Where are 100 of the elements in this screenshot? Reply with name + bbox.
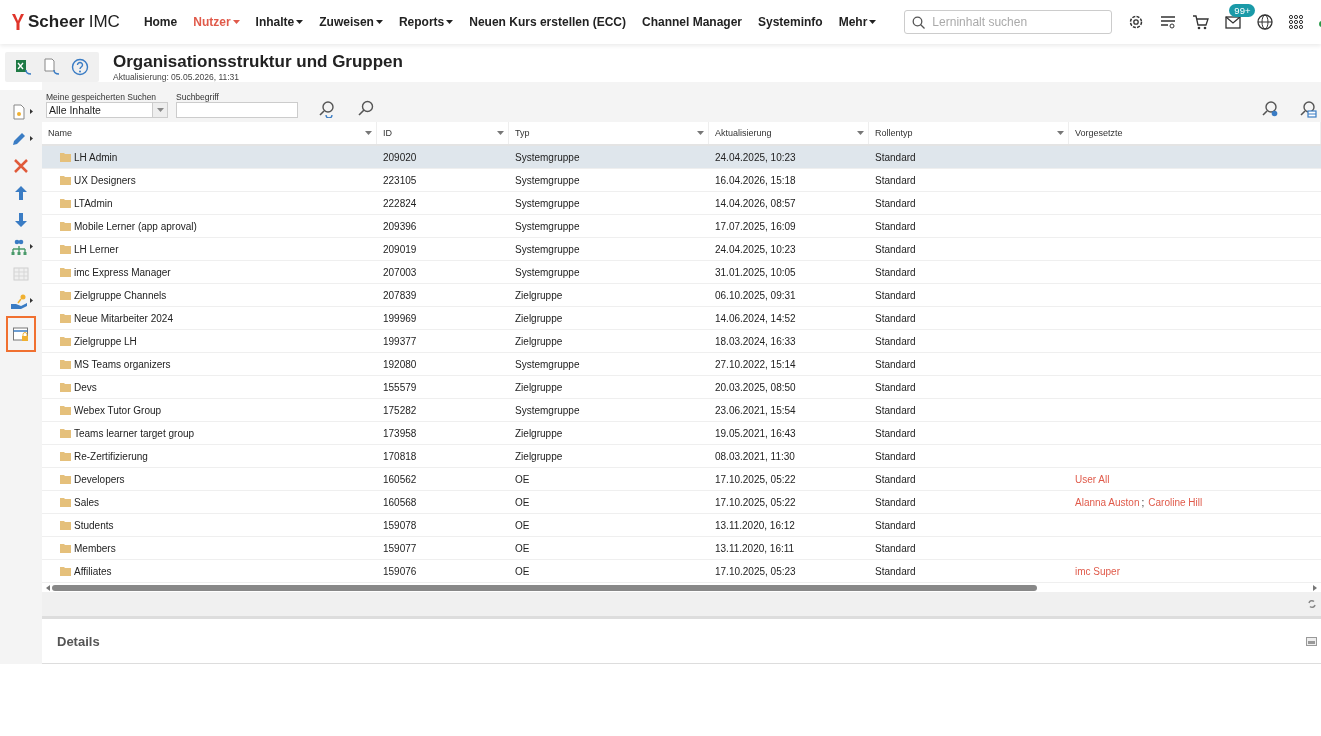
scroll-right-icon[interactable] (1313, 584, 1317, 591)
table-cell-text: 175282 (382, 404, 418, 416)
table-cell-text: Standard (874, 565, 917, 577)
caret-icon[interactable] (29, 298, 33, 303)
table-row[interactable]: Sales 160568 OE 17.10.2025, 05:22 Standard Alanna Auston ; Caroline Hill (42, 491, 1321, 514)
supervisor-link[interactable]: User All (1075, 473, 1110, 485)
caret-icon[interactable] (29, 109, 33, 114)
delete-icon[interactable] (12, 156, 30, 175)
table-cell-text: 209019 (382, 243, 418, 255)
table-cell-text: Standard (874, 381, 917, 393)
search-settings-icon[interactable] (1261, 100, 1279, 118)
window-lock-icon[interactable] (12, 325, 30, 343)
column-header[interactable]: ID (377, 122, 509, 144)
saved-search-dropdown[interactable]: Alle Inhalte (46, 102, 168, 118)
table-row[interactable]: Mobile Lerner (app aproval) 209396 Systemgruppe 17.07.2025, 16:09 Standard (42, 215, 1321, 238)
table-row[interactable]: Members 159077 OE 13.11.2020, 16:11 Standard (42, 537, 1321, 560)
table-row[interactable]: Neue Mitarbeiter 2024 199969 Zielgruppe 14.06.2024, 14:52 Standard (42, 307, 1321, 330)
table-row[interactable]: MS Teams organizers 192080 Systemgruppe 27.10.2022, 15:14 Standard (42, 353, 1321, 376)
table-row[interactable]: LH Lerner 209019 Systemgruppe 24.04.2025, 10:23 Standard (42, 238, 1321, 261)
table-row[interactable]: imc Express Manager 207003 Systemgruppe 31.01.2025, 10:05 Standard (42, 261, 1321, 284)
supervisor-link[interactable]: Caroline Hill (1148, 496, 1203, 508)
nav-item[interactable]: Channel Manager (633, 15, 750, 29)
table-row[interactable]: Zielgruppe LH 199377 Zielgruppe 18.03.2024, 16:33 Standard (42, 330, 1321, 353)
nav-item[interactable]: Home (135, 15, 186, 29)
table-cell: Developers (74, 473, 125, 485)
scroll-left-icon[interactable] (46, 584, 50, 591)
table-cell-text: Standard (874, 174, 917, 186)
supervisor-link[interactable]: imc Super (1075, 565, 1120, 577)
supervisor-link[interactable]: Alanna Auston (1075, 496, 1140, 508)
table-cell-text: Zielgruppe (514, 312, 564, 324)
table-cell-text: Standard (874, 450, 917, 462)
table-cell-text: OE (514, 496, 531, 508)
table-cell-text: 209396 (382, 220, 418, 232)
column-menu-icon (697, 131, 704, 135)
nav-item[interactable]: Inhalte (247, 15, 312, 29)
table-row[interactable]: Developers 160562 OE 17.10.2025, 05:22 Standard User All (42, 468, 1321, 491)
table-cell-text: 20.03.2025, 08:50 (714, 381, 797, 393)
table-row[interactable]: UX Designers 223105 Systemgruppe 16.04.2026, 15:18 Standard (42, 169, 1321, 192)
folder-icon (60, 566, 71, 576)
table-cell: Re-Zertifizierung (74, 450, 148, 462)
column-header[interactable]: Name (42, 122, 377, 144)
globe-icon[interactable] (1257, 14, 1274, 30)
search-panel-icon[interactable] (1299, 100, 1317, 118)
apps-grid-icon[interactable] (1289, 15, 1304, 29)
mail-icon[interactable] (1225, 15, 1242, 29)
column-header[interactable]: Rollentyp (869, 122, 1069, 144)
nav-item[interactable]: Systeminfo (750, 15, 831, 29)
table-row[interactable]: Re-Zertifizierung 170818 Zielgruppe 08.03.2021, 11:30 Standard (42, 445, 1321, 468)
folder-icon (60, 405, 71, 415)
table-row[interactable]: LTAdmin 222824 Systemgruppe 14.04.2026, 08:57 Standard (42, 192, 1321, 215)
caret-icon[interactable] (29, 244, 33, 249)
table-cell: Zielgruppe Channels (74, 289, 167, 301)
nav-item[interactable]: Nutzer (185, 15, 248, 29)
table-row[interactable]: LH Admin 209020 Systemgruppe 24.04.2025, 10:23 Standard (42, 146, 1321, 169)
settings-icon[interactable] (1128, 14, 1145, 30)
org-chart-icon[interactable] (9, 237, 28, 256)
table-cell-text: 173958 (382, 427, 418, 439)
search-icon[interactable] (358, 100, 374, 116)
table-row[interactable]: Affiliates 159076 OE 17.10.2025, 05:23 Standard imc Super (42, 560, 1321, 583)
table-cell: imc Express Manager (74, 266, 171, 278)
table-cell-text: Systemgruppe (514, 151, 581, 163)
table-cell: MS Teams organizers (74, 358, 171, 370)
cart-icon[interactable] (1192, 14, 1210, 30)
folder-icon (60, 290, 71, 300)
table-row[interactable]: Students 159078 OE 13.11.2020, 16:12 Standard (42, 514, 1321, 537)
table-cell-text: 160568 (382, 496, 418, 508)
excel-export-icon[interactable] (15, 58, 33, 76)
document-export-icon[interactable] (43, 58, 61, 76)
table-row[interactable]: Webex Tutor Group 175282 Systemgruppe 23.06.2021, 15:54 Standard (42, 399, 1321, 422)
table-cell-text: 159076 (382, 565, 418, 577)
minimize-icon[interactable] (1306, 636, 1317, 646)
search-field[interactable]: Lerninhalt suchen (904, 10, 1113, 34)
nav-item[interactable]: Zuweisen (311, 15, 391, 29)
list-search-icon[interactable] (1160, 14, 1177, 30)
table-cell-text: Standard (874, 358, 917, 370)
scrollbar-thumb[interactable] (52, 584, 1037, 591)
nav-item[interactable]: Neuen Kurs erstellen (ECC) (461, 15, 634, 29)
table-cell: Neue Mitarbeiter 2024 (74, 312, 173, 324)
nav-item[interactable]: Reports (390, 15, 462, 29)
column-header[interactable]: Typ (509, 122, 709, 144)
help-icon[interactable] (71, 58, 89, 76)
column-header[interactable]: Aktualisierung (709, 122, 869, 144)
refresh-icon[interactable] (1307, 599, 1317, 609)
table-row[interactable]: Teams learner target group 173958 Zielgruppe 19.05.2021, 16:43 Standard (42, 422, 1321, 445)
table-row[interactable]: Zielgruppe Channels 207839 Zielgruppe 06.10.2025, 09:31 Standard (42, 284, 1321, 307)
table-cell-text: Zielgruppe (514, 427, 564, 439)
table-cell-text: 31.01.2025, 10:05 (714, 266, 797, 278)
reset-search-icon[interactable] (318, 100, 336, 118)
field-label: Suchbegriff (176, 92, 220, 102)
table-cell-text: 16.04.2026, 15:18 (714, 174, 797, 186)
column-header[interactable]: Vorgesetzte (1069, 122, 1321, 144)
folder-icon (60, 175, 71, 185)
search-term-field[interactable] (176, 102, 298, 118)
caret-icon[interactable] (29, 136, 33, 141)
nav-item[interactable]: Mehr (830, 15, 885, 29)
table-cell-text: 209020 (382, 151, 418, 163)
table-cell-text: Systemgruppe (514, 243, 581, 255)
table-row[interactable]: Devs 155579 Zielgruppe 20.03.2025, 08:50 Standard (42, 376, 1321, 399)
separator: ; (1141, 496, 1145, 508)
table-cell-text: OE (514, 473, 531, 485)
